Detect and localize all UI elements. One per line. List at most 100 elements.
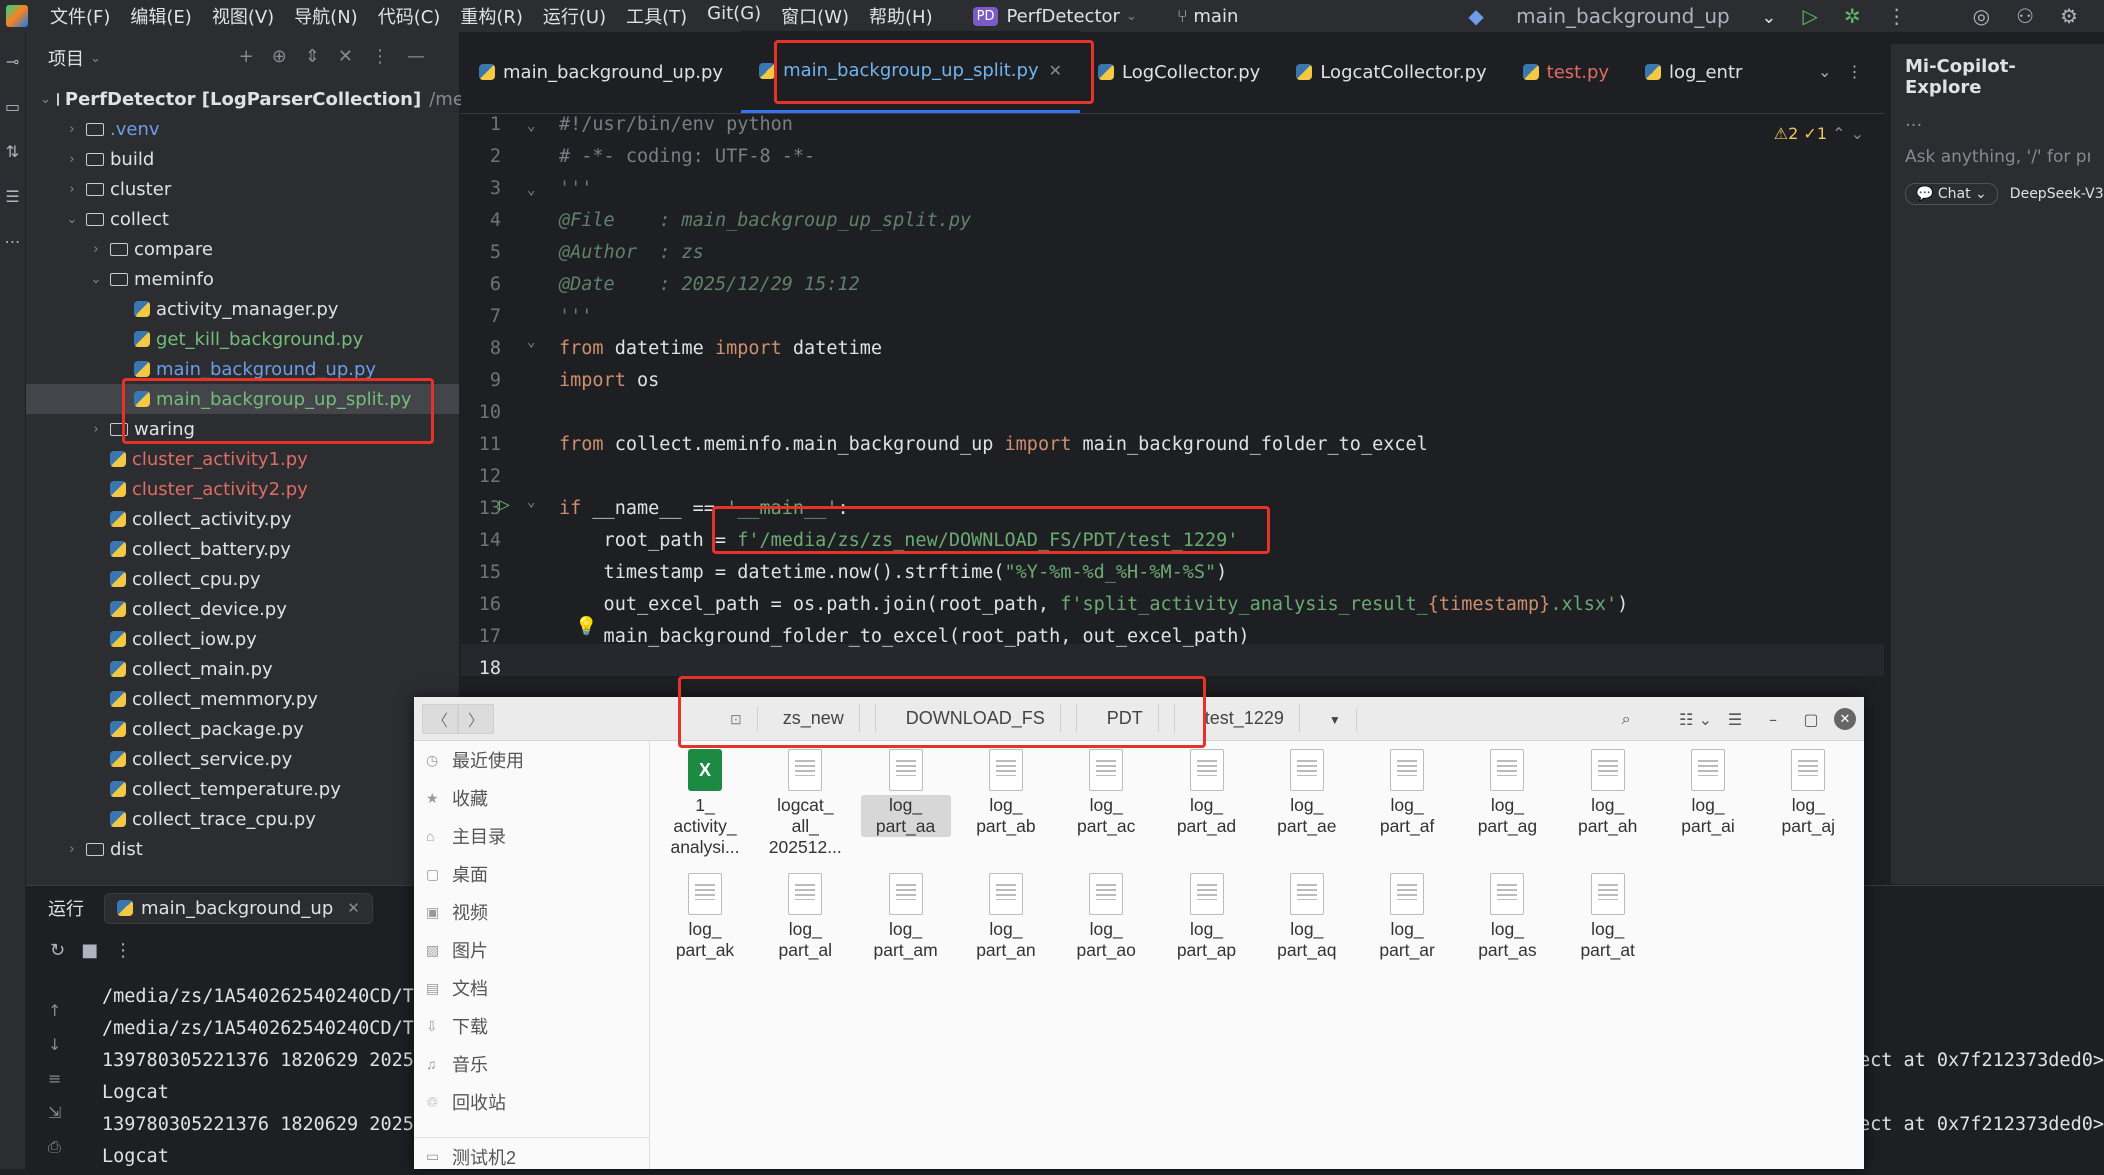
search-icon[interactable]: ⌕ — [1611, 704, 1641, 734]
tree-file[interactable]: collect_memmory.py — [26, 684, 459, 714]
tree-file[interactable]: collect_cpu.py — [26, 564, 459, 594]
tree-file[interactable]: activity_manager.py — [26, 294, 459, 324]
settings-icon[interactable]: ⚙ — [2060, 4, 2078, 28]
chevron-right-icon[interactable]: › — [64, 842, 80, 857]
places-item[interactable]: ▣ 视频 — [414, 893, 649, 931]
file-item[interactable]: log_ part_ao — [1061, 867, 1151, 961]
tree-file[interactable]: collect_device.py — [26, 594, 459, 624]
file-item[interactable]: log_ part_ab — [961, 743, 1051, 837]
code-editor[interactable]: ⚠2 ✓1 ⌃ ⌄ 1 2 3 4 5 6 7 8 9 10 11 12 13 14 15 16 17 18 ⌄ … — [461, 114, 1884, 684]
run-gutter-icon[interactable]: ▷ — [499, 494, 510, 515]
menu-item[interactable]: 工具(T) — [616, 3, 697, 29]
tree-file[interactable]: collect_main.py — [26, 654, 459, 684]
file-item[interactable]: log_ part_ap — [1162, 867, 1252, 961]
file-item[interactable]: log_ part_ag — [1462, 743, 1552, 837]
menu-item[interactable]: 导航(N) — [284, 3, 368, 29]
file-item[interactable]: log_ part_ak — [660, 867, 750, 961]
run-toolbar[interactable]: ↻■⋮ — [50, 940, 148, 961]
close-icon[interactable]: ✕ — [1834, 708, 1856, 730]
menu-item[interactable]: 重构(R) — [450, 3, 533, 29]
project-pane-title[interactable]: 项目 — [48, 45, 84, 71]
menu-item[interactable]: 编辑(E) — [120, 3, 201, 29]
debug-icon[interactable]: ✲ — [1844, 4, 1861, 28]
tree-file[interactable]: get_kill_background.py — [26, 324, 459, 354]
places-item[interactable]: ⇩ 下载 — [414, 1007, 649, 1045]
menu-item[interactable]: 窗口(W) — [771, 3, 859, 29]
file-item[interactable]: log_ part_ah — [1563, 743, 1653, 837]
breadcrumb-segment[interactable]: ⊡ zs_new — [700, 704, 876, 733]
places-item[interactable]: ▭ 测试机2 — [414, 1137, 649, 1175]
tabs-overflow-icon[interactable]: ⌄ ⋮ — [1818, 62, 1863, 81]
chevron-down-icon[interactable]: ⌄ — [64, 212, 80, 227]
file-item[interactable]: log_ part_as — [1462, 867, 1552, 961]
tree-folder[interactable]: ⌄ collect — [26, 204, 459, 234]
menu-item[interactable]: 视图(V) — [202, 3, 284, 29]
project-tool-icon[interactable]: ▭ — [0, 97, 25, 116]
view-list-icon[interactable]: ☷ ⌄ — [1679, 704, 1712, 734]
chevron-down-icon[interactable]: ⌄ — [88, 272, 104, 287]
commit-icon[interactable]: ⊸ — [0, 52, 25, 71]
tree-folder[interactable]: › build — [26, 144, 459, 174]
model-selector[interactable]: DeepSeek-V3 — [2010, 186, 2104, 202]
file-item[interactable]: log_ part_ad — [1162, 743, 1252, 837]
chat-mode-selector[interactable]: 💬 Chat ⌄ — [1905, 183, 1998, 205]
project-pane-tools[interactable]: +⊕⇕✕⋮— — [239, 46, 443, 67]
tree-file[interactable]: collect_package.py — [26, 714, 459, 744]
more-tools-icon[interactable]: ⋯ — [0, 232, 25, 251]
file-item[interactable]: logcat_ all_ 202512... — [760, 743, 850, 858]
places-item[interactable]: ◷ 最近使用 — [414, 741, 649, 779]
pull-request-icon[interactable]: ⇅ — [0, 142, 25, 161]
file-item[interactable]: log_ part_am — [861, 867, 951, 961]
chevron-right-icon[interactable]: › — [64, 152, 80, 167]
file-item[interactable]: log_ part_aa — [860, 743, 951, 837]
tree-file[interactable]: cluster_activity1.py — [26, 444, 459, 474]
chevron-right-icon[interactable]: › — [88, 242, 104, 257]
editor-tab[interactable]: main_background_up.py — [461, 31, 741, 113]
places-item[interactable]: ★ 收藏 — [414, 779, 649, 817]
chevron-right-icon[interactable]: › — [64, 122, 80, 137]
chevron-right-icon[interactable]: › — [64, 182, 80, 197]
close-icon[interactable]: ✕ — [347, 899, 360, 917]
tree-folder[interactable]: › waring — [26, 414, 459, 444]
file-item[interactable]: log_ part_al — [760, 867, 850, 961]
menu-icon[interactable]: ☰ — [1720, 704, 1750, 734]
editor-tab[interactable]: test.py — [1505, 31, 1627, 113]
copilot-input[interactable]: Ask anything, '/' for pr — [1905, 147, 2090, 167]
run-tab[interactable]: main_background_up ✕ — [104, 892, 373, 924]
run-icon[interactable]: ▷ — [1803, 4, 1818, 28]
file-item[interactable]: log_ part_ae — [1262, 743, 1352, 837]
git-branch-switcher[interactable]: ⑂ main — [1177, 6, 1239, 27]
file-item[interactable]: log_ part_ai — [1663, 743, 1753, 837]
menu-item[interactable]: Git(G) — [697, 3, 771, 29]
tree-file[interactable]: collect_trace_cpu.py — [26, 804, 459, 834]
editor-tab[interactable]: LogcatCollector.py — [1278, 31, 1504, 113]
tree-file[interactable]: collect_activity.py — [26, 504, 459, 534]
file-item[interactable]: X 1_ activity_ analysi... — [660, 743, 750, 858]
tree-file[interactable]: main_backgroup_up_split.py — [26, 384, 459, 414]
file-item[interactable]: log_ part_ar — [1362, 867, 1452, 961]
run-side-toolbar[interactable]: ↑ ↓ ≡ ⇲ ⎙ — [48, 994, 68, 1164]
tree-folder[interactable]: › compare — [26, 234, 459, 264]
maximize-icon[interactable]: ▢ — [1796, 704, 1826, 734]
fold-icon[interactable]: ⌄ — [527, 118, 535, 134]
file-item[interactable]: log_ part_at — [1563, 867, 1653, 961]
tree-folder[interactable]: ⌄ meminfo — [26, 264, 459, 294]
tree-file[interactable]: collect_temperature.py — [26, 774, 459, 804]
places-item[interactable]: ▤ 文档 — [414, 969, 649, 1007]
chevron-down-icon[interactable]: ⌄ — [40, 92, 51, 107]
tree-folder[interactable]: ⌄ PerfDetector [LogParserCollection]/med — [26, 84, 475, 114]
places-item[interactable]: ♫ 音乐 — [414, 1045, 649, 1083]
menu-item[interactable]: 帮助(H) — [859, 3, 943, 29]
menu-item[interactable]: 运行(U) — [533, 3, 616, 29]
tree-file[interactable]: collect_service.py — [26, 744, 459, 774]
places-item[interactable]: ⌂ 主目录 — [414, 817, 649, 855]
add-user-icon[interactable]: ⚇ — [2016, 4, 2034, 28]
breadcrumb-segment[interactable]: test_1229 ▼ — [1175, 704, 1372, 733]
chevron-right-icon[interactable]: › — [88, 422, 104, 437]
more-icon[interactable]: ⋮ — [1887, 4, 1907, 28]
copilot-icon[interactable]: ◎ — [1973, 4, 1990, 28]
inspection-widget[interactable]: ⚠2 ✓1 ⌃ ⌄ — [1774, 124, 1864, 143]
fold-icon[interactable]: ⌄ — [527, 494, 535, 510]
minimize-icon[interactable]: – — [1758, 704, 1788, 734]
editor-tab[interactable]: log_entr — [1627, 31, 1760, 113]
